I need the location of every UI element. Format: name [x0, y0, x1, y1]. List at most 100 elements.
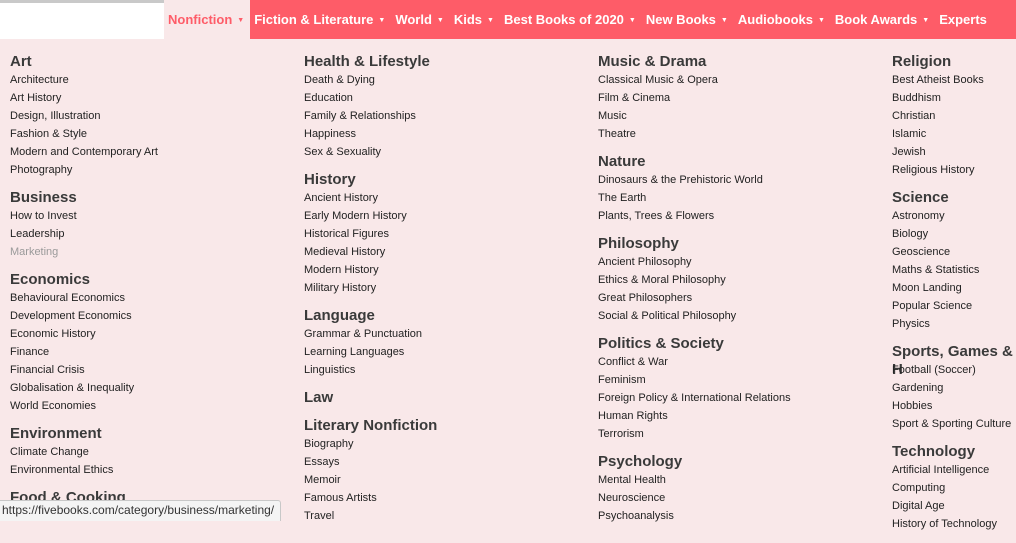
category-heading[interactable]: Literary Nonfiction	[304, 417, 437, 435]
subcategory-link[interactable]: Finance	[10, 343, 158, 361]
subcategory-link[interactable]: Environmental Ethics	[10, 461, 158, 479]
subcategory-link[interactable]: Sex & Sexuality	[304, 143, 437, 161]
subcategory-link[interactable]: Behavioural Economics	[10, 289, 158, 307]
subcategory-link[interactable]: Hobbies	[892, 397, 1016, 415]
category-heading[interactable]: Philosophy	[598, 235, 791, 253]
subcategory-link[interactable]: Astronomy	[892, 207, 1016, 225]
subcategory-link[interactable]: Football (Soccer)	[892, 361, 1016, 379]
subcategory-link[interactable]: Theatre	[598, 125, 791, 143]
subcategory-link[interactable]: Marketing	[10, 243, 158, 261]
category-heading[interactable]: Business	[10, 189, 158, 207]
subcategory-link[interactable]: World Economies	[10, 397, 158, 415]
subcategory-link[interactable]: Sport & Sporting Culture	[892, 415, 1016, 433]
subcategory-link[interactable]: Linguistics	[304, 361, 437, 379]
nav-item-new-books[interactable]: New Books ▼	[642, 0, 734, 39]
subcategory-link[interactable]: Gardening	[892, 379, 1016, 397]
subcategory-link[interactable]: Feminism	[598, 371, 791, 389]
nav-item-nonfiction[interactable]: Nonfiction ▼	[164, 0, 251, 39]
subcategory-link[interactable]: Family & Relationships	[304, 107, 437, 125]
subcategory-link[interactable]: Fashion & Style	[10, 125, 158, 143]
subcategory-link[interactable]: Climate Change	[10, 443, 158, 461]
subcategory-link[interactable]: Education	[304, 89, 437, 107]
category-heading[interactable]: History	[304, 171, 437, 189]
subcategory-link[interactable]: Music	[598, 107, 791, 125]
subcategory-link[interactable]: Moon Landing	[892, 279, 1016, 297]
nav-item-best-books-of-2020[interactable]: Best Books of 2020 ▼	[500, 0, 642, 39]
subcategory-link[interactable]: Financial Crisis	[10, 361, 158, 379]
subcategory-link[interactable]: Globalisation & Inequality	[10, 379, 158, 397]
category-heading[interactable]: Politics & Society	[598, 335, 791, 353]
category-heading[interactable]: Nature	[598, 153, 791, 171]
subcategory-link[interactable]: Development Economics	[10, 307, 158, 325]
subcategory-link[interactable]: Design, Illustration	[10, 107, 158, 125]
subcategory-link[interactable]: Essays	[304, 453, 437, 471]
subcategory-link[interactable]: Medieval History	[304, 243, 437, 261]
subcategory-link[interactable]: Historical Figures	[304, 225, 437, 243]
subcategory-link[interactable]: Military History	[304, 279, 437, 297]
subcategory-link[interactable]: Ancient History	[304, 189, 437, 207]
subcategory-link[interactable]: Film & Cinema	[598, 89, 791, 107]
category-heading[interactable]: Law	[304, 389, 437, 407]
subcategory-link[interactable]: Plants, Trees & Flowers	[598, 207, 791, 225]
nav-item-experts[interactable]: Experts	[935, 0, 993, 39]
subcategory-link[interactable]: Death & Dying	[304, 71, 437, 89]
subcategory-link[interactable]: Grammar & Punctuation	[304, 325, 437, 343]
subcategory-link[interactable]: Neuroscience	[598, 489, 791, 507]
subcategory-link[interactable]: Popular Science	[892, 297, 1016, 315]
category-heading[interactable]: Economics	[10, 271, 158, 289]
subcategory-link[interactable]: The Earth	[598, 189, 791, 207]
subcategory-link[interactable]: Human Rights	[598, 407, 791, 425]
nav-item-fiction-literature[interactable]: Fiction & Literature ▼	[250, 0, 391, 39]
subcategory-link[interactable]: Ancient Philosophy	[598, 253, 791, 271]
subcategory-link[interactable]: Mental Health	[598, 471, 791, 489]
category-heading[interactable]: Language	[304, 307, 437, 325]
subcategory-link[interactable]: Travel	[304, 507, 437, 525]
subcategory-link[interactable]: Biology	[892, 225, 1016, 243]
subcategory-link[interactable]: Happiness	[304, 125, 437, 143]
nav-item-audiobooks[interactable]: Audiobooks ▼	[734, 0, 831, 39]
nav-item-kids[interactable]: Kids ▼	[450, 0, 500, 39]
category-heading[interactable]: Science	[892, 189, 1016, 207]
category-heading[interactable]: Environment	[10, 425, 158, 443]
subcategory-link[interactable]: Jewish	[892, 143, 1016, 161]
category-heading[interactable]: Technology	[892, 443, 1016, 461]
subcategory-link[interactable]: Christian	[892, 107, 1016, 125]
category-heading[interactable]: Music & Drama	[598, 53, 791, 71]
subcategory-link[interactable]: Physics	[892, 315, 1016, 333]
subcategory-link[interactable]: Psychoanalysis	[598, 507, 791, 525]
subcategory-link[interactable]: Economic History	[10, 325, 158, 343]
subcategory-link[interactable]: Great Philosophers	[598, 289, 791, 307]
category-heading[interactable]: Art	[10, 53, 158, 71]
subcategory-link[interactable]: Ethics & Moral Philosophy	[598, 271, 791, 289]
subcategory-link[interactable]: Social & Political Philosophy	[598, 307, 791, 325]
subcategory-link[interactable]: Leadership	[10, 225, 158, 243]
subcategory-link[interactable]: Terrorism	[598, 425, 791, 443]
subcategory-link[interactable]: Best Atheist Books	[892, 71, 1016, 89]
category-heading[interactable]: Psychology	[598, 453, 791, 471]
subcategory-link[interactable]: Maths & Statistics	[892, 261, 1016, 279]
subcategory-link[interactable]: Religious History	[892, 161, 1016, 179]
subcategory-link[interactable]: Memoir	[304, 471, 437, 489]
subcategory-link[interactable]: Dinosaurs & the Prehistoric World	[598, 171, 791, 189]
subcategory-link[interactable]: Biography	[304, 435, 437, 453]
subcategory-link[interactable]: Islamic	[892, 125, 1016, 143]
category-heading[interactable]: Health & Lifestyle	[304, 53, 437, 71]
subcategory-link[interactable]: Modern and Contemporary Art	[10, 143, 158, 161]
subcategory-link[interactable]: Learning Languages	[304, 343, 437, 361]
nav-item-world[interactable]: World ▼	[391, 0, 450, 39]
subcategory-link[interactable]: Conflict & War	[598, 353, 791, 371]
subcategory-link[interactable]: Photography	[10, 161, 158, 179]
subcategory-link[interactable]: Geoscience	[892, 243, 1016, 261]
subcategory-link[interactable]: Architecture	[10, 71, 158, 89]
subcategory-link[interactable]: Modern History	[304, 261, 437, 279]
subcategory-link[interactable]: Early Modern History	[304, 207, 437, 225]
nav-item-book-awards[interactable]: Book Awards ▼	[831, 0, 935, 39]
subcategory-link[interactable]: Buddhism	[892, 89, 1016, 107]
subcategory-link[interactable]: How to Invest	[10, 207, 158, 225]
subcategory-link[interactable]: Computing	[892, 479, 1016, 497]
subcategory-link[interactable]: Foreign Policy & International Relations	[598, 389, 791, 407]
subcategory-link[interactable]: Digital Age	[892, 497, 1016, 515]
category-heading[interactable]: Religion	[892, 53, 1016, 71]
subcategory-link[interactable]: Classical Music & Opera	[598, 71, 791, 89]
subcategory-link[interactable]: Artificial Intelligence	[892, 461, 1016, 479]
